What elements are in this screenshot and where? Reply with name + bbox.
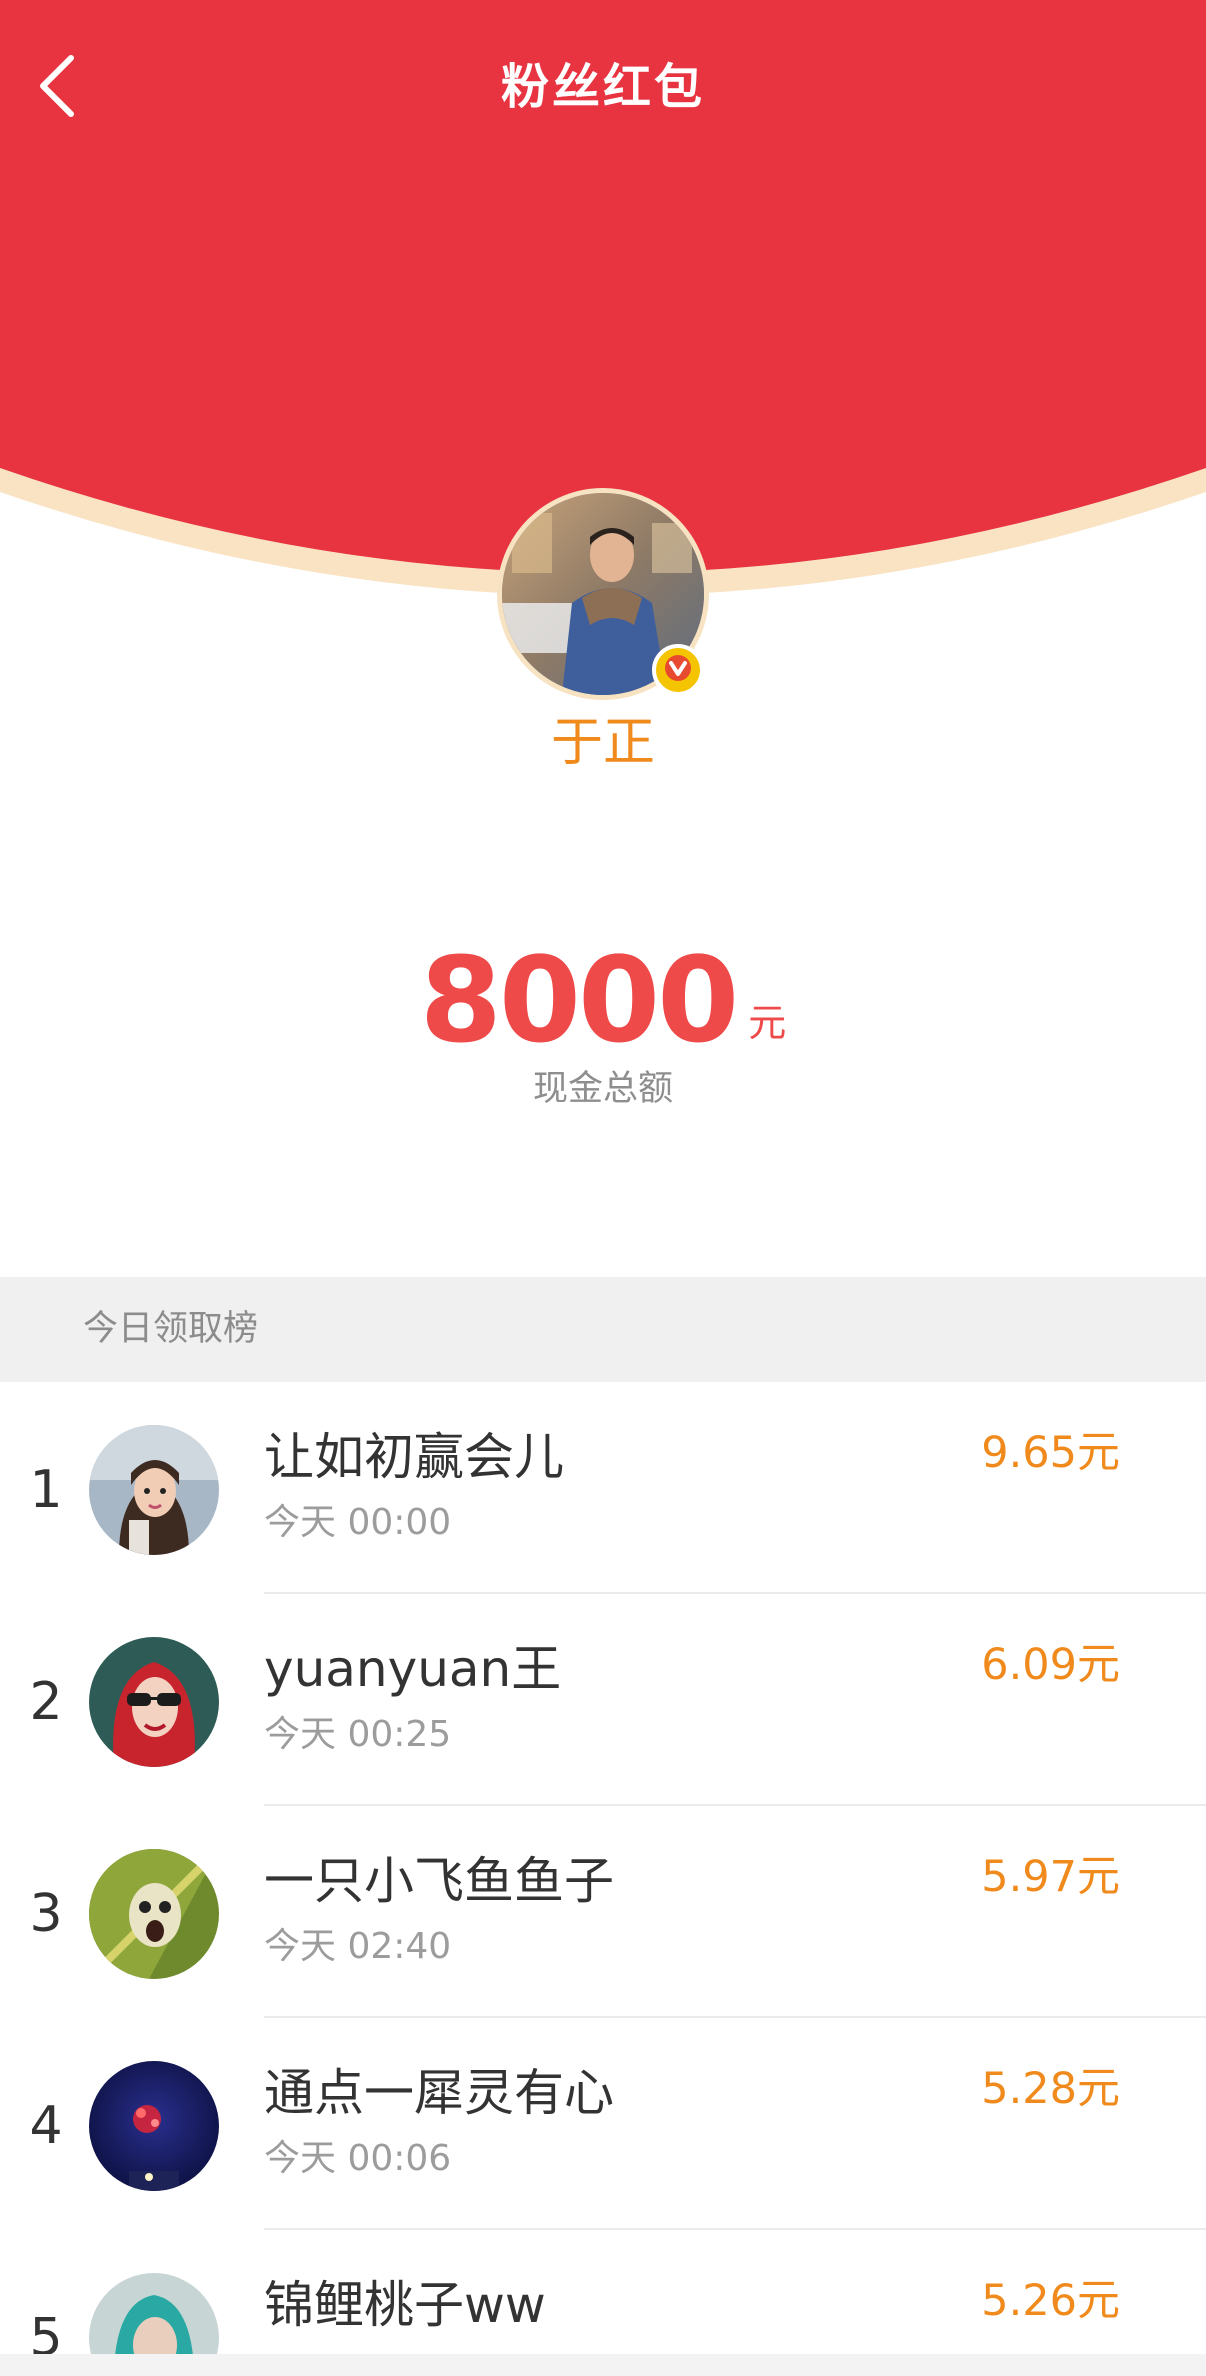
claim-time: 今天 00:25 (264, 1714, 452, 1755)
ranking-row[interactable]: 2 yuanyuan王 今天 00:25 6.09元 (0, 1594, 1206, 1806)
user-avatar[interactable] (89, 1425, 219, 1555)
user-avatar[interactable] (89, 2061, 219, 2191)
user-avatar[interactable] (89, 1849, 219, 1979)
ranking-section-header: 今日领取榜 (0, 1277, 1206, 1382)
user-name: 锦鲤桃子ww (264, 2276, 546, 2334)
rank-number: 1 (29, 1460, 63, 1520)
claim-amount: 5.97元 (981, 1852, 1120, 1902)
user-name: yuanyuan王 (264, 1640, 562, 1698)
user-name: 通点一犀灵有心 (264, 2064, 614, 2122)
page-title: 粉丝红包 (500, 59, 705, 115)
claim-amount: 9.65元 (981, 1428, 1120, 1478)
fan-red-packet-page: 粉丝红包 于正 8000 元 现金总额 今日领取榜 1 让如初赢会儿 今天 00… (0, 0, 1206, 2376)
claim-time: 今天 00:06 (264, 2138, 452, 2179)
claim-time: 今天 00:00 (264, 1502, 452, 1543)
ranking-list: 1 让如初赢会儿 今天 00:00 9.65元 2 yuanyuan王 今天 0… (0, 1382, 1206, 2376)
rank-number: 4 (29, 2096, 63, 2156)
rank-number: 2 (29, 1672, 63, 1732)
user-name: 一只小飞鱼鱼子 (264, 1852, 614, 1910)
total-amount-unit: 元 (748, 1001, 787, 1045)
user-name: 让如初赢会儿 (264, 1428, 564, 1486)
host-name[interactable]: 于正 (0, 706, 1206, 780)
verified-v-icon (663, 653, 693, 687)
total-amount: 8000 元 (0, 935, 1206, 1065)
ranking-row[interactable]: 4 通点一犀灵有心 今天 00:06 5.28元 (0, 2018, 1206, 2230)
verified-badge (652, 644, 704, 696)
claim-amount: 5.28元 (981, 2064, 1120, 2114)
user-avatar[interactable] (89, 1637, 219, 1767)
ranking-row[interactable]: 3 一只小飞鱼鱼子 今天 02:40 5.97元 (0, 1806, 1206, 2018)
ranking-row[interactable]: 1 让如初赢会儿 今天 00:00 9.65元 (0, 1382, 1206, 1594)
ranking-title: 今日领取榜 (83, 1309, 259, 1349)
total-amount-value: 8000 (419, 931, 739, 1069)
bottom-edge-bar (0, 2354, 1206, 2376)
claim-amount: 6.09元 (981, 1640, 1120, 1690)
claim-time: 今天 02:40 (264, 1926, 452, 1967)
total-amount-label: 现金总额 (532, 1069, 673, 1109)
rank-number: 3 (29, 1884, 63, 1944)
claim-amount: 5.26元 (981, 2276, 1120, 2326)
